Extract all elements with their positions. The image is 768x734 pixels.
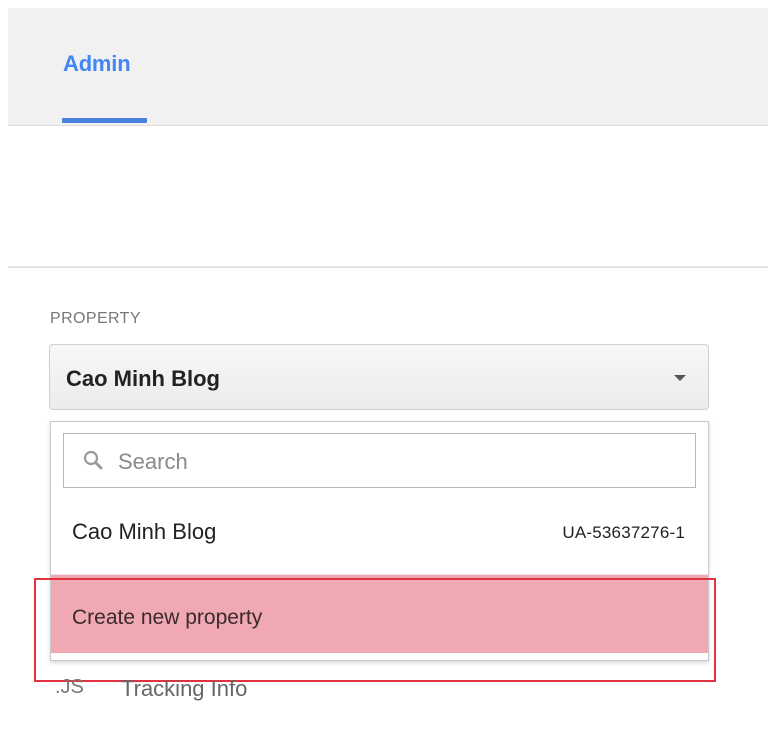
- tab-admin-label: Admin: [63, 51, 131, 76]
- selected-property: Cao Minh Blog: [66, 366, 220, 391]
- property-name: Cao Minh Blog: [72, 519, 217, 544]
- property-dropdown: Cao Minh Blog UA-53637276-1 Create new p…: [50, 421, 709, 661]
- tracking-info-label: Tracking Info: [121, 676, 248, 701]
- create-new-property-option[interactable]: Create new property: [51, 575, 708, 653]
- tab-admin[interactable]: Admin: [62, 8, 147, 125]
- create-new-property-label: Create new property: [72, 606, 263, 629]
- active-tab-indicator: [62, 118, 147, 123]
- property-section-label: PROPERTY: [50, 310, 141, 327]
- section-divider: [8, 266, 768, 268]
- top-bar: Admin: [8, 8, 768, 126]
- caret-down-icon: [674, 375, 686, 381]
- search-icon: [83, 450, 103, 470]
- search-input[interactable]: [116, 444, 680, 480]
- property-item-cao-minh-blog[interactable]: Cao Minh Blog UA-53637276-1: [51, 498, 708, 575]
- property-selector[interactable]: Cao Minh Blog: [49, 344, 709, 410]
- property-search-box: [63, 433, 696, 488]
- property-tracking-id: UA-53637276-1: [562, 523, 685, 542]
- js-icon: .JS: [55, 676, 84, 698]
